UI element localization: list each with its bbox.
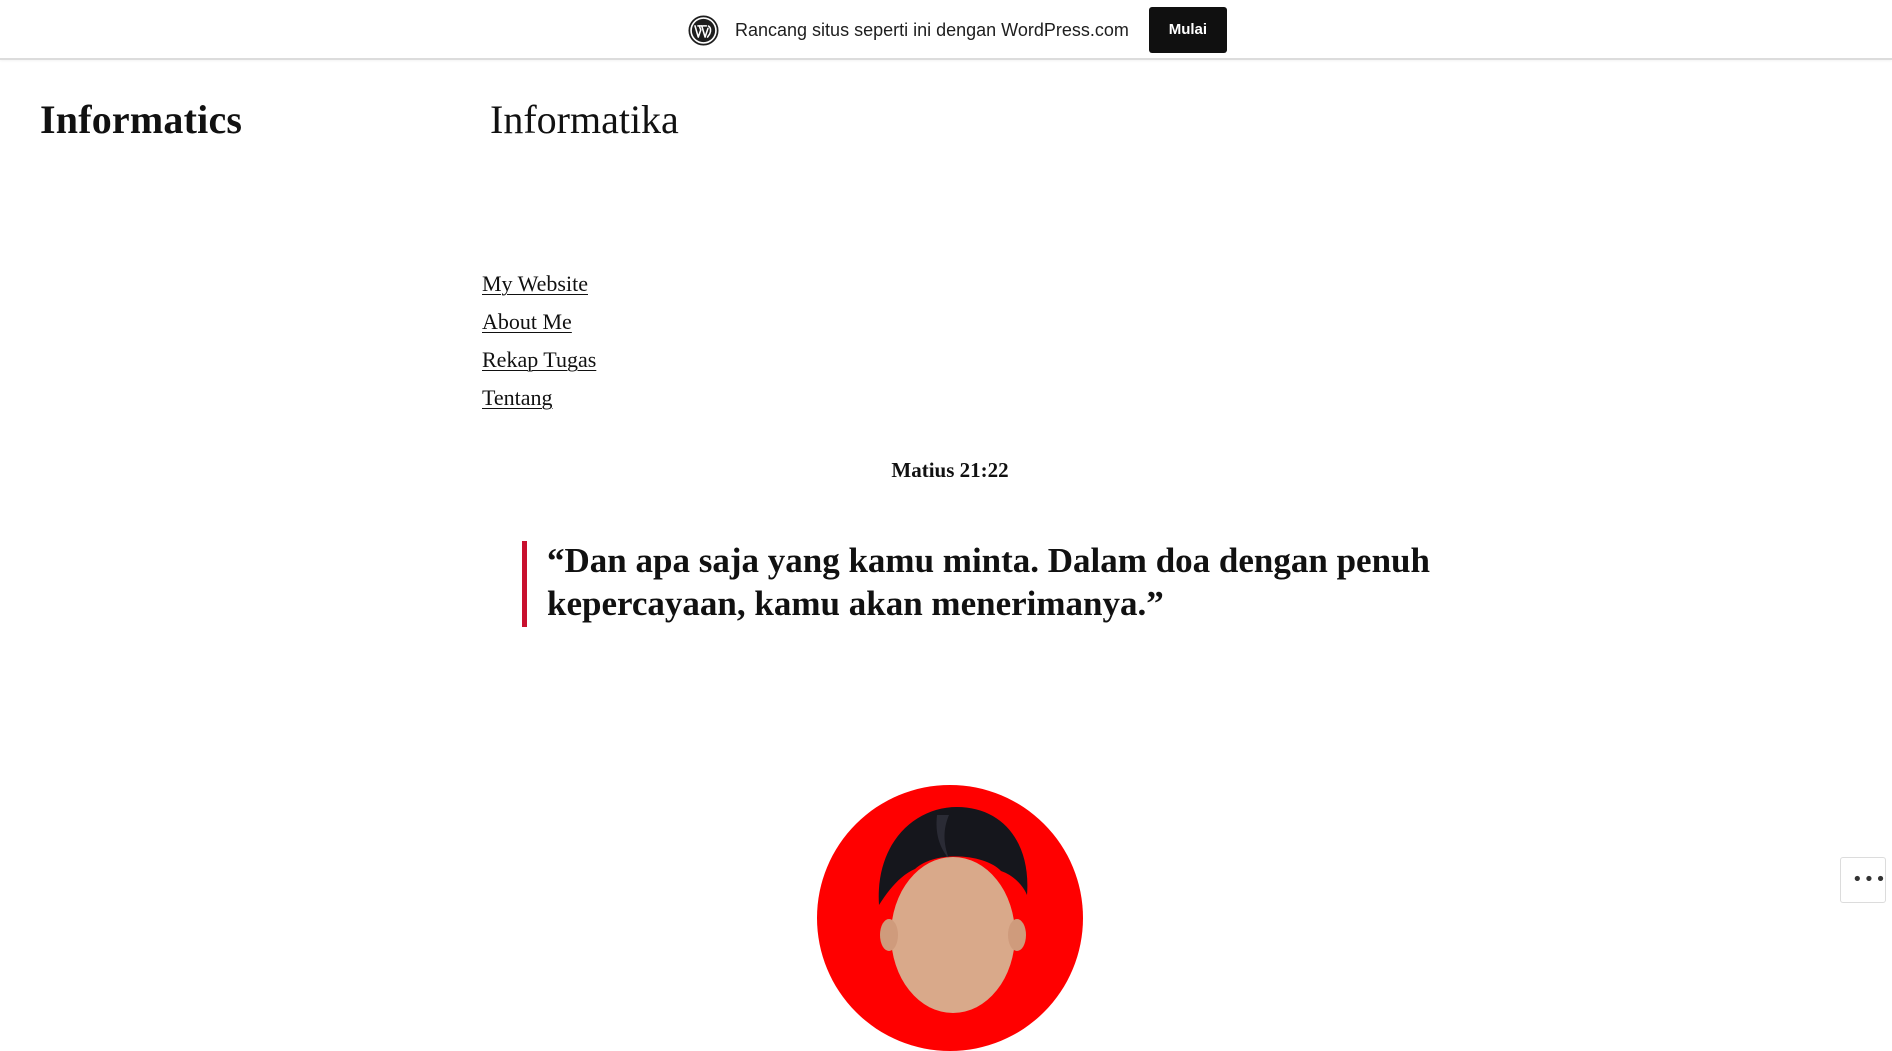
page-list-item: Tentang	[482, 382, 596, 420]
more-horizontal-icon: •••	[1852, 869, 1887, 890]
page-list-nav: My Website About Me Rekap Tugas Tentang	[482, 268, 596, 420]
promo-text: Rancang situs seperti ini dengan WordPre…	[735, 19, 1129, 40]
profile-photo	[817, 785, 1083, 1051]
bible-quote: “Dan apa saja yang kamu minta. Dalam doa…	[522, 541, 1462, 627]
page-list-item: Rekap Tugas	[482, 344, 596, 382]
nav-link-rekap-tugas[interactable]: Rekap Tugas	[482, 347, 596, 372]
quote-text: “Dan apa saja yang kamu minta. Dalam doa…	[547, 541, 1430, 623]
nav-link-tentang[interactable]: Tentang	[482, 385, 553, 410]
verse-reference: Matius 21:22	[891, 458, 1009, 482]
page-list-item: My Website	[482, 268, 596, 306]
wordpress-promo-bar: Rancang situs seperti ini dengan WordPre…	[0, 0, 1892, 60]
site-title[interactable]: Informatics	[40, 96, 242, 143]
site-tagline: Informatika	[490, 97, 679, 142]
more-options-button[interactable]: •••	[1840, 857, 1886, 903]
profile-portrait-icon	[878, 807, 1028, 1013]
wordpress-logo-icon[interactable]	[688, 14, 719, 46]
nav-link-about-me[interactable]: About Me	[482, 309, 572, 334]
promo-content: Rancang situs seperti ini dengan WordPre…	[688, 7, 1227, 53]
start-button[interactable]: Mulai	[1148, 7, 1227, 53]
nav-link-my-website[interactable]: My Website	[482, 271, 588, 296]
page-list-item: About Me	[482, 306, 596, 344]
